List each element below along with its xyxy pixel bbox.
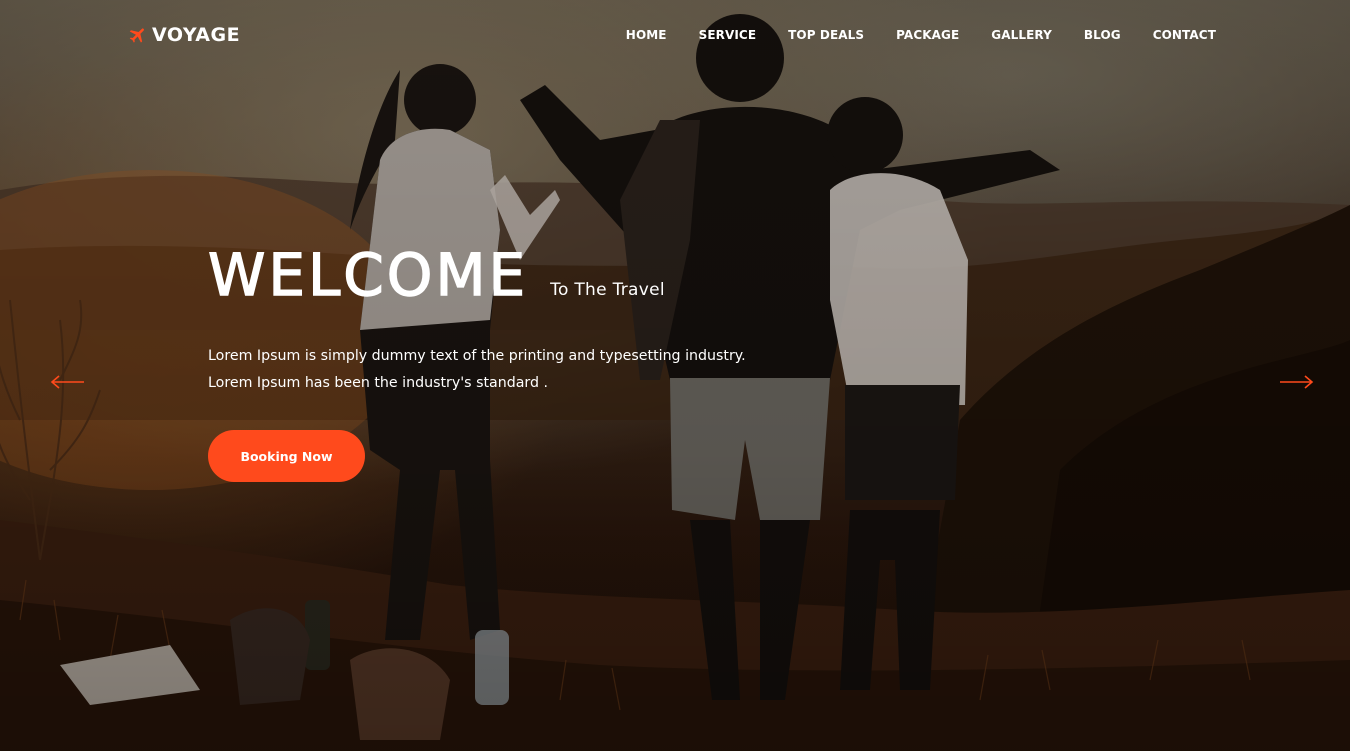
hero-subtitle: To The Travel	[550, 280, 665, 300]
arrow-right-icon	[1280, 375, 1314, 389]
nav-item-blog[interactable]: BLOG	[1084, 26, 1121, 44]
main-nav: HOME SERVICE TOP DEALS PACKAGE GALLERY B…	[594, 26, 1216, 44]
brand-logo[interactable]: VOYAGE	[128, 24, 240, 46]
slider-prev-button[interactable]	[50, 373, 86, 391]
hero-description-line-2: Lorem Ipsum has been the industry's stan…	[208, 375, 549, 391]
nav-item-gallery[interactable]: GALLERY	[991, 26, 1052, 44]
nav-item-home[interactable]: HOME	[626, 26, 667, 44]
nav-item-contact[interactable]: CONTACT	[1153, 26, 1216, 44]
nav-item-package[interactable]: PACKAGE	[896, 26, 959, 44]
hero-slider: VOYAGE HOME SERVICE TOP DEALS PACKAGE GA…	[0, 0, 1350, 751]
hero-description: Lorem Ipsum is simply dummy text of the …	[208, 343, 808, 397]
hero-headline: WELCOME To The Travel	[207, 241, 665, 309]
nav-item-service[interactable]: SERVICE	[699, 26, 757, 44]
hero-title: WELCOME	[207, 241, 529, 309]
nav-item-top-deals[interactable]: TOP DEALS	[788, 26, 864, 44]
slider-next-button[interactable]	[1278, 373, 1314, 391]
arrow-left-icon	[50, 375, 84, 389]
airplane-icon	[128, 25, 148, 45]
booking-now-button[interactable]: Booking Now	[208, 430, 365, 482]
brand-name: VOYAGE	[152, 24, 241, 46]
hero-description-line-1: Lorem Ipsum is simply dummy text of the …	[208, 348, 746, 364]
